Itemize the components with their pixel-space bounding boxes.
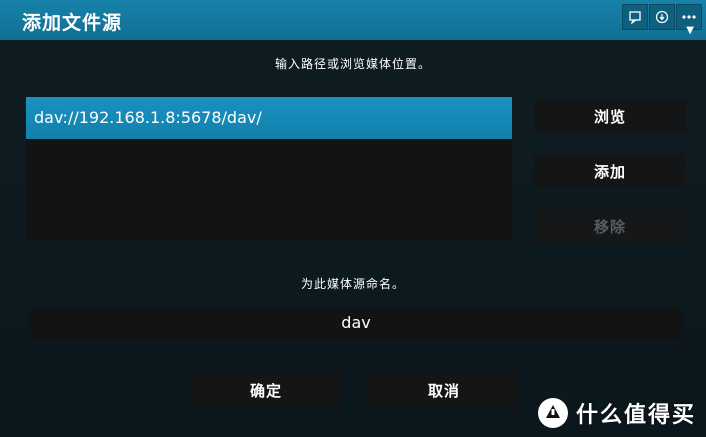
download-icon[interactable] (649, 4, 675, 30)
dialog-title: 添加文件源 (22, 12, 123, 34)
chevron-down-icon[interactable]: ▼ (686, 25, 694, 36)
ok-button[interactable]: 确定 (190, 372, 342, 408)
add-source-dialog: 添加文件源 ▼ 输入路径或浏览媒体位置。 dav://192.168.1.8:5… (0, 0, 706, 437)
add-button[interactable]: 添加 (534, 154, 686, 188)
path-hint-label: 输入路径或浏览媒体位置。 (274, 57, 431, 71)
cancel-button[interactable]: 取消 (368, 372, 520, 408)
name-hint-label: 为此媒体源命名。 (300, 277, 405, 291)
remove-button[interactable]: 移除 (534, 209, 686, 243)
dialog-titlebar: 添加文件源 ▼ (0, 0, 706, 40)
path-list[interactable]: dav://192.168.1.8:5678/dav/ (26, 97, 512, 240)
comment-icon[interactable] (622, 4, 648, 30)
source-name-field[interactable]: dav (30, 307, 682, 339)
watermark-logo-icon (537, 398, 568, 428)
path-list-item[interactable]: dav://192.168.1.8:5678/dav/ (26, 97, 512, 139)
watermark: 什么值得买 (537, 397, 696, 429)
watermark-text: 什么值得买 (575, 403, 696, 428)
browse-button[interactable]: 浏览 (534, 99, 686, 133)
